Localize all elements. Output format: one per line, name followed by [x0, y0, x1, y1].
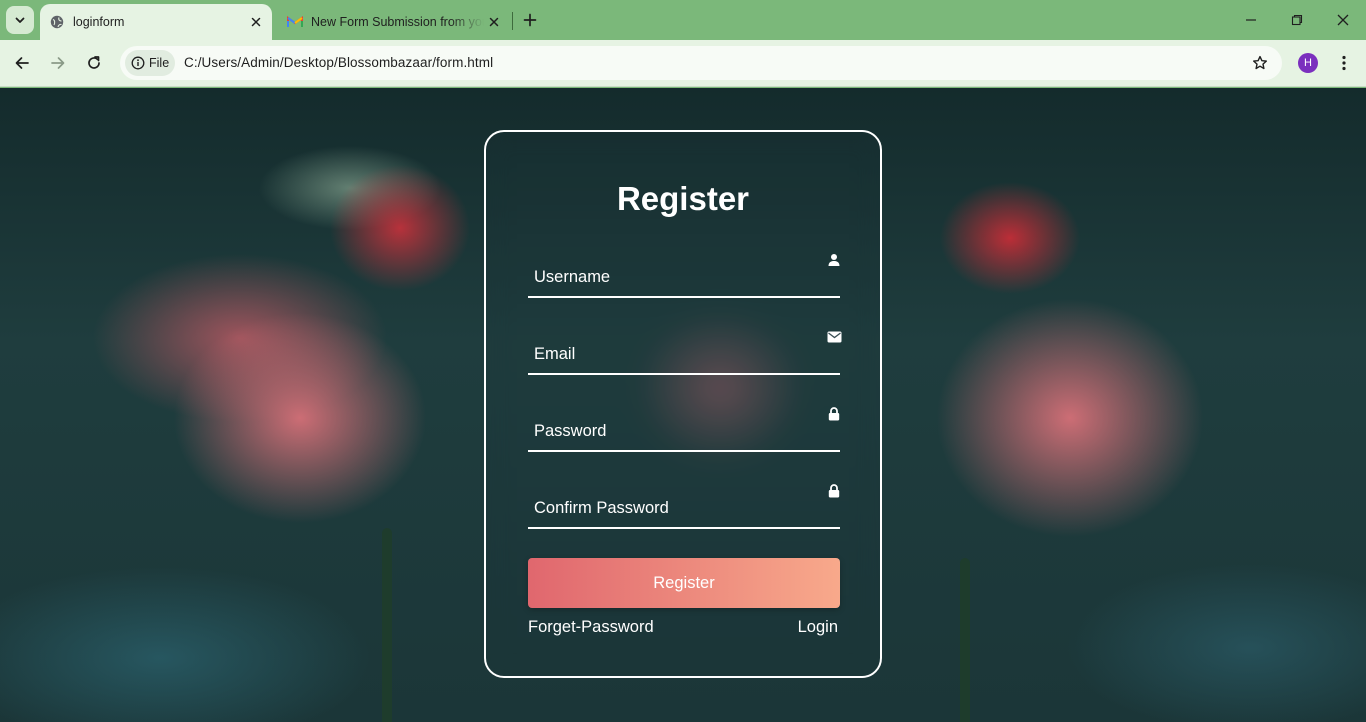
gmail-icon [287, 14, 303, 30]
register-button[interactable]: Register [528, 558, 840, 608]
more-vertical-icon [1342, 55, 1346, 71]
tab-new-form-submission[interactable]: New Form Submission from your [278, 4, 510, 40]
close-tab-icon[interactable] [246, 12, 266, 32]
browser-menu-button[interactable] [1334, 50, 1354, 76]
close-icon [1337, 14, 1349, 26]
bookmark-button[interactable] [1250, 53, 1270, 73]
password-input[interactable] [528, 412, 808, 450]
login-link[interactable]: Login [798, 618, 838, 637]
confirm-password-input[interactable] [528, 489, 808, 527]
new-tab-button[interactable] [518, 8, 542, 32]
confirm-password-field [528, 484, 840, 529]
tab-loginform[interactable]: loginform [40, 4, 272, 40]
site-info-chip[interactable]: File [125, 50, 175, 76]
tab-search-button[interactable] [6, 6, 34, 34]
lotus-stem [382, 528, 392, 722]
profile-avatar[interactable]: H [1298, 53, 1318, 73]
reload-icon [88, 56, 100, 69]
globe-icon [49, 14, 65, 30]
envelope-icon [824, 327, 844, 347]
email-field [528, 331, 841, 375]
close-window-button[interactable] [1320, 0, 1366, 40]
email-input[interactable] [528, 335, 808, 373]
site-info-label: File [149, 56, 170, 70]
page-title: Register [616, 180, 750, 217]
username-field [528, 254, 840, 298]
minimize-button[interactable] [1228, 0, 1274, 40]
username-input[interactable] [528, 258, 808, 296]
restore-icon [1291, 14, 1303, 26]
restore-button[interactable] [1274, 0, 1320, 40]
tab-separator [512, 12, 513, 30]
back-button[interactable] [7, 48, 37, 78]
user-icon [824, 250, 844, 270]
browser-toolbar: File C:/Users/Admin/Desktop/Blossombazaa… [0, 40, 1366, 87]
star-icon [1253, 55, 1267, 70]
lock-icon [824, 481, 844, 501]
forget-password-link[interactable]: Forget-Password [528, 618, 654, 637]
address-bar[interactable]: File C:/Users/Admin/Desktop/Blossombazaa… [120, 46, 1282, 80]
forward-button[interactable] [43, 48, 73, 78]
reload-button[interactable] [79, 48, 109, 78]
tab-title: New Form Submission from your [311, 15, 484, 29]
lotus-stem [960, 558, 970, 722]
tab-strip: loginform New Form Submission from your [0, 0, 1366, 40]
tab-title: loginform [73, 15, 125, 29]
minimize-icon [1246, 19, 1256, 21]
url-text[interactable]: C:/Users/Admin/Desktop/Blossombazaar/for… [184, 55, 493, 70]
arrow-left-icon [15, 57, 29, 69]
arrow-right-icon [51, 57, 65, 69]
register-card: Register Register Forget-Password Login [484, 130, 882, 678]
chevron-down-icon [15, 17, 25, 23]
info-icon [131, 56, 145, 70]
plus-icon [523, 13, 537, 27]
lock-icon [824, 404, 844, 424]
close-tab-icon[interactable] [484, 12, 504, 32]
password-field [528, 407, 840, 452]
